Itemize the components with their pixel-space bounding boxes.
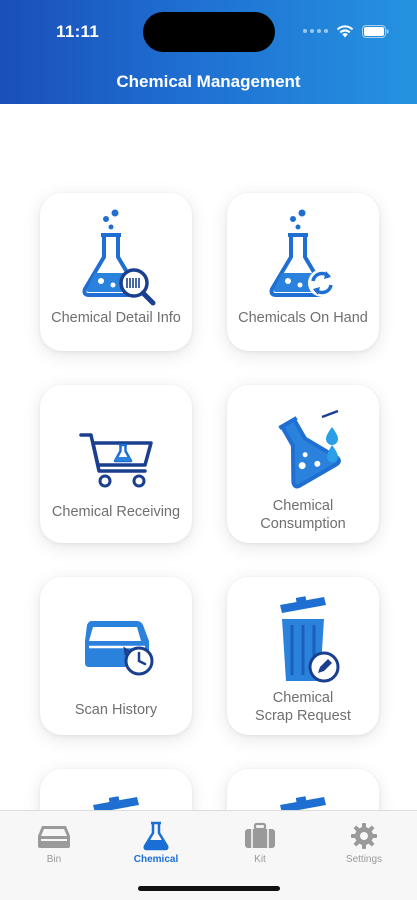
cart-flask-icon: [79, 433, 153, 488]
tile-label: Chemical Scrap Request: [255, 690, 351, 724]
bin-tray-icon: [38, 826, 70, 848]
tab-label: Chemical: [133, 854, 179, 865]
tile-scan-history[interactable]: Scan History: [40, 577, 192, 735]
tile-chemical-consumption[interactable]: Chemical Consumption: [227, 385, 379, 543]
wifi-icon: [336, 24, 354, 37]
home-indicator[interactable]: [138, 886, 280, 891]
flask-icon: [143, 821, 169, 851]
tile-label: Chemical Detail Info: [51, 310, 181, 326]
tile-label: Chemical Receiving: [51, 504, 181, 520]
tab-label: Settings: [345, 854, 383, 865]
tile-partial-right[interactable]: [227, 769, 379, 810]
tile-chemical-scrap-request[interactable]: Chemical Scrap Request: [227, 577, 379, 735]
tile-chemical-detail-info[interactable]: Chemical Detail Info: [40, 193, 192, 351]
signal-icon: [303, 29, 328, 33]
trash-edit-icon: [280, 596, 340, 683]
dynamic-island: [143, 12, 275, 52]
partial-tile-icon: [93, 796, 139, 810]
flask-drip-icon: [278, 409, 341, 489]
tab-settings[interactable]: Settings: [324, 819, 404, 865]
tile-label: Chemicals On Hand: [238, 310, 368, 326]
scanner-history-icon: [85, 621, 154, 676]
tab-label: Kit: [254, 854, 266, 865]
menu-grid: Chemical Detail Info Chemicals On Hand C…: [0, 104, 417, 810]
page-title: Chemical Management: [116, 72, 301, 91]
tab-chemical[interactable]: Chemical: [116, 819, 196, 865]
tab-bar: Bin Chemical Kit Settings: [0, 810, 417, 900]
tile-label: Chemical Consumption: [260, 498, 346, 532]
flask-search-icon: [82, 209, 156, 306]
status-icons: [303, 22, 389, 40]
tile-partial-left[interactable]: [40, 769, 192, 810]
partial-tile-icon: [280, 796, 326, 810]
header-bar: 11:11 Chemical Management: [0, 0, 417, 104]
battery-icon: [362, 24, 389, 38]
tile-chemical-receiving[interactable]: Chemical Receiving: [40, 385, 192, 543]
tile-label: Scan History: [74, 702, 158, 718]
tile-chemicals-on-hand[interactable]: Chemicals On Hand: [227, 193, 379, 351]
status-time: 11:11: [56, 22, 100, 41]
flask-refresh-icon: [269, 209, 336, 297]
tab-kit[interactable]: Kit: [220, 819, 300, 865]
briefcase-icon: [245, 822, 275, 848]
tab-bin[interactable]: Bin: [14, 819, 94, 865]
gear-icon: [351, 823, 377, 849]
tab-label: Bin: [46, 854, 62, 865]
